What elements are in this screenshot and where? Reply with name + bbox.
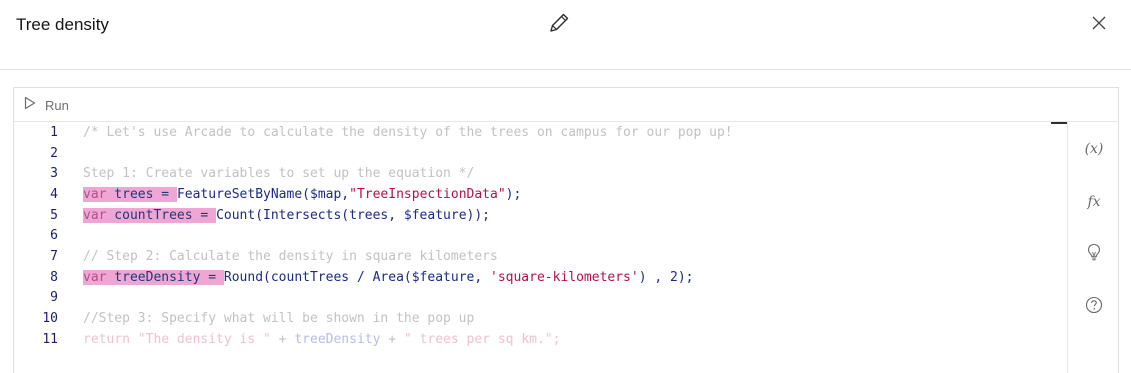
code-line-3: Step 1: Create variables to set up the e… bbox=[83, 166, 475, 181]
line-number: 6 bbox=[50, 228, 58, 243]
code-editor: Run 1 2 3 4 5 6 7 8 9 10 11 /* Let's use… bbox=[13, 87, 1119, 373]
function-token: Round(countTrees / Area($feature, bbox=[223, 270, 490, 285]
suggestions-button[interactable] bbox=[1068, 241, 1120, 267]
keyword-token: var bbox=[83, 208, 107, 223]
dialog-title: Tree density bbox=[16, 15, 109, 34]
identifier-token: trees = bbox=[106, 187, 177, 202]
code-line-8: var treeDensity = Round(countTrees / Are… bbox=[83, 268, 694, 288]
code-line-1: /* Let's use Arcade to calculate the den… bbox=[83, 125, 733, 140]
function-token: FeatureSetByName($map, bbox=[176, 187, 350, 202]
line-number: 2 bbox=[50, 146, 58, 161]
line-number: 11 bbox=[42, 332, 58, 347]
identifier-token: countTrees = bbox=[106, 208, 217, 223]
string-token: " trees per sq km." bbox=[403, 332, 553, 347]
line-number-gutter: 1 2 3 4 5 6 7 8 9 10 11 bbox=[14, 123, 66, 373]
help-icon bbox=[1085, 296, 1103, 319]
close-icon bbox=[1091, 15, 1107, 36]
keyword-token: var bbox=[83, 187, 107, 202]
editor-side-panel: (x) fx bbox=[1067, 123, 1119, 373]
code-area[interactable]: /* Let's use Arcade to calculate the den… bbox=[83, 123, 1053, 373]
string-token: 'square-kilometers' bbox=[490, 270, 639, 285]
editor-toolbar: Run bbox=[14, 88, 1118, 122]
line-number: 1 bbox=[50, 125, 58, 140]
functions-icon: fx bbox=[1087, 194, 1101, 210]
arcade-editor-dialog: Tree density Run 1 2 3 4 5 6 7 8 9 10 11… bbox=[0, 0, 1131, 373]
operator-token: + bbox=[270, 332, 295, 347]
scrollbar-thumb[interactable] bbox=[1051, 122, 1067, 124]
help-button[interactable] bbox=[1068, 294, 1120, 320]
code-line-10: //Step 3: Specify what will be shown in … bbox=[83, 311, 475, 326]
keyword-token: return bbox=[83, 332, 130, 347]
lightbulb-icon bbox=[1086, 243, 1102, 266]
play-icon bbox=[24, 96, 36, 115]
function-token: Count(Intersects(trees, $feature)); bbox=[216, 208, 490, 223]
code-line-11: return "The density is " + treeDensity +… bbox=[83, 330, 560, 350]
line-number: 8 bbox=[50, 270, 58, 285]
highlighted-declaration: var treeDensity = bbox=[83, 270, 224, 285]
dialog-header: Tree density bbox=[0, 0, 1131, 70]
edit-title-button[interactable] bbox=[545, 11, 573, 39]
punctuation-token: ) , 2); bbox=[638, 270, 694, 285]
run-button[interactable]: Run bbox=[24, 96, 69, 114]
run-label: Run bbox=[45, 97, 69, 113]
identifier-token: treeDensity bbox=[294, 332, 381, 347]
functions-button[interactable]: fx bbox=[1068, 189, 1120, 215]
code-line-7: // Step 2: Calculate the density in squa… bbox=[83, 249, 498, 264]
identifier-token: treeDensity = bbox=[106, 270, 224, 285]
string-token: "The density is " bbox=[129, 332, 271, 347]
code-line-4: var trees = FeatureSetByName($map,"TreeI… bbox=[83, 185, 521, 205]
punctuation-token: ; bbox=[552, 332, 561, 347]
line-number: 10 bbox=[42, 311, 58, 326]
variables-icon: (x) bbox=[1084, 141, 1104, 157]
variables-button[interactable]: (x) bbox=[1068, 136, 1120, 162]
highlighted-declaration: var trees = bbox=[83, 187, 177, 202]
string-token: "TreeInspectionData" bbox=[349, 187, 506, 202]
punctuation-token: ); bbox=[505, 187, 522, 202]
code-line-5: var countTrees = Count(Intersects(trees,… bbox=[83, 206, 490, 226]
highlighted-declaration: var countTrees = bbox=[83, 208, 217, 223]
close-button[interactable] bbox=[1086, 12, 1112, 38]
operator-token: + bbox=[380, 332, 404, 347]
line-number: 3 bbox=[50, 166, 58, 181]
line-number: 7 bbox=[50, 249, 58, 264]
keyword-token: var bbox=[83, 270, 107, 285]
line-number: 9 bbox=[50, 290, 58, 305]
pencil-icon bbox=[546, 10, 572, 41]
line-number: 4 bbox=[50, 187, 58, 202]
line-number: 5 bbox=[50, 208, 58, 223]
